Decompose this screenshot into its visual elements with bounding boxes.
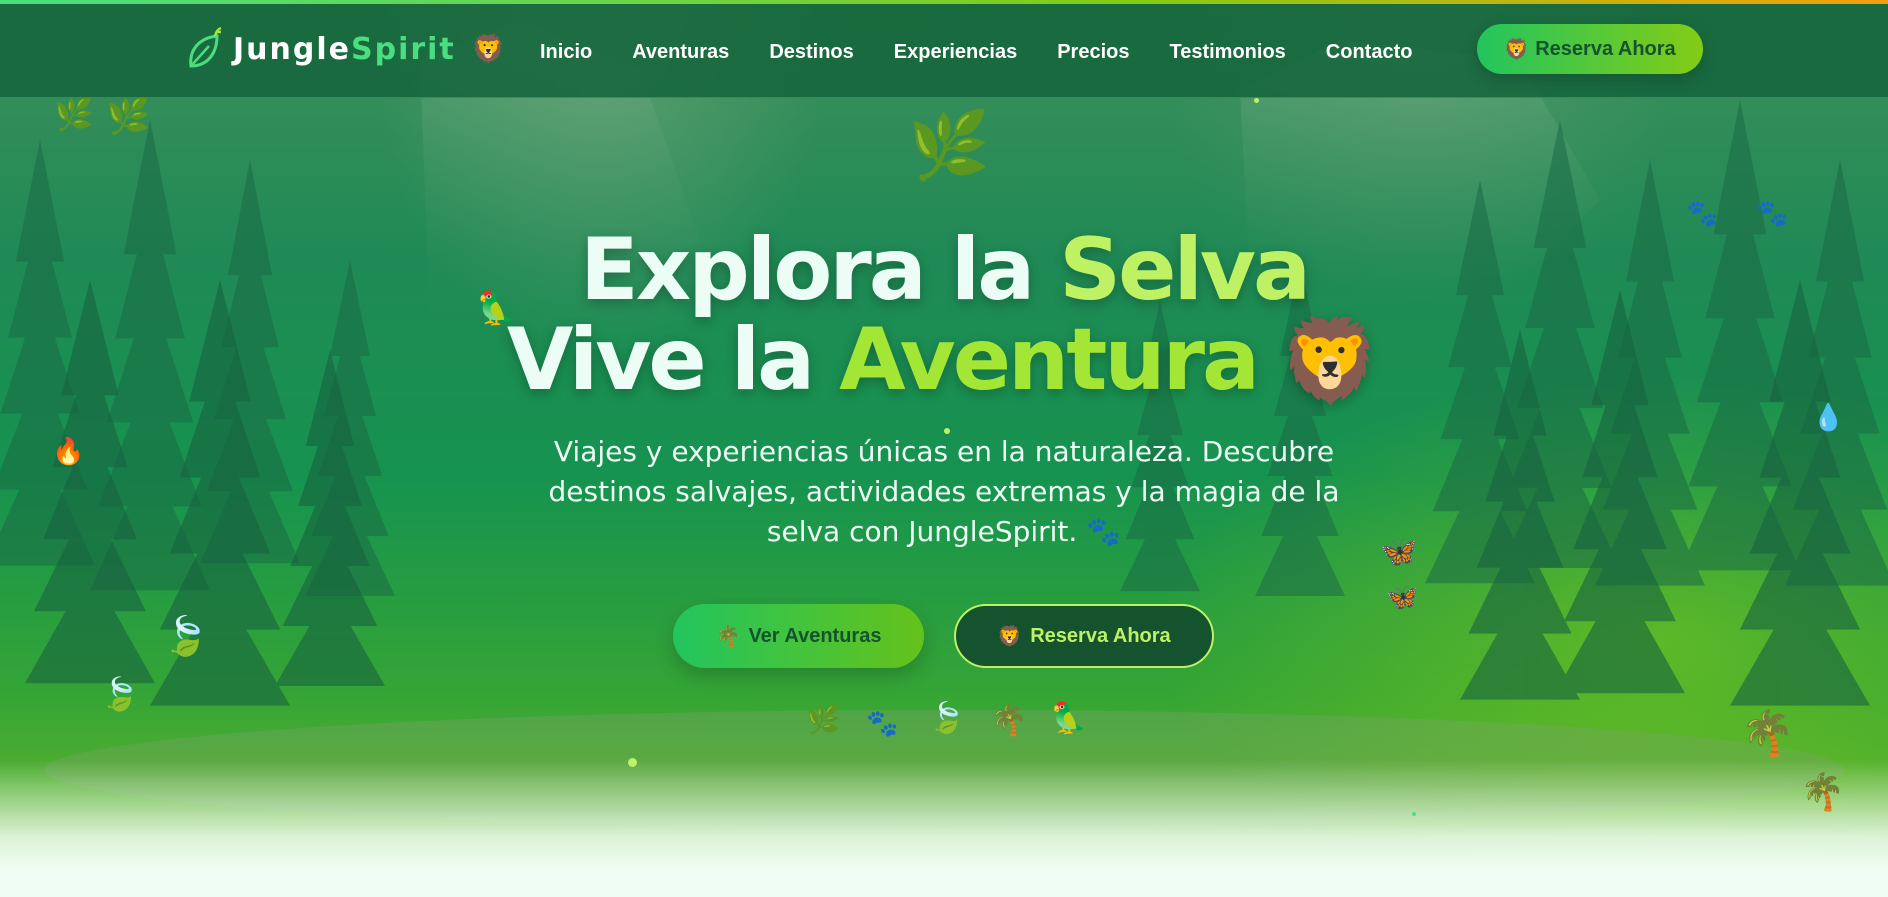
leaf-wind-icon: 🍃	[928, 702, 966, 735]
sparkle-dot	[1254, 98, 1259, 103]
nav-reserve-label: Reserva Ahora	[1535, 37, 1676, 60]
sparkle-dot	[1412, 812, 1416, 816]
headline-line-1: Explora la Selva	[0, 225, 1888, 315]
butterfly-icon: 🦋	[1380, 536, 1418, 569]
navbar: JungleSpirit 🦁 Inicio Aventuras Destinos…	[0, 4, 1888, 98]
parrot-icon: 🦜	[476, 290, 516, 326]
brand-name: JungleSpirit	[233, 32, 456, 67]
headline-line2-prefix: Vive la	[506, 310, 840, 410]
herb-icon: 🌿	[54, 96, 94, 132]
paw-prints-icon: 🐾	[1686, 198, 1719, 228]
lion-icon: 🦁	[997, 625, 1023, 648]
headline-line1-highlight: Selva	[1059, 220, 1311, 320]
top-accent-line	[0, 0, 1888, 4]
palm-tree-icon: 🌴	[715, 625, 741, 648]
hero-headline: Explora la Selva Vive la Aventura 🦁	[0, 225, 1888, 407]
headline-line-2: Vive la Aventura 🦁	[0, 315, 1888, 407]
lion-icon: 🦁	[1279, 314, 1382, 409]
leaf-icon	[189, 26, 222, 68]
hero-bottom-fade	[0, 760, 1888, 870]
herb-icon: 🌿	[908, 108, 991, 182]
palm-tree-icon: 🌴	[1800, 771, 1845, 812]
sparkle-dot	[944, 428, 950, 434]
nav-link-contacto[interactable]: Contacto	[1326, 41, 1413, 64]
hero-subtitle-text: Viajes y experiencias únicas en la natur…	[548, 435, 1340, 548]
brand-name-part2: Spirit	[350, 31, 456, 67]
nav-link-testimonios[interactable]: Testimonios	[1169, 41, 1285, 64]
fire-icon: 🔥	[52, 436, 85, 466]
nav-link-precios[interactable]: Precios	[1057, 41, 1129, 64]
headline-line1-prefix: Explora la	[579, 220, 1060, 320]
nav-reserve-button[interactable]: 🦁 Reserva Ahora	[1477, 24, 1703, 74]
nav-links: Inicio Aventuras Destinos Experiencias P…	[540, 34, 1412, 70]
herb-icon: 🌿	[106, 95, 151, 136]
headline-line2-highlight: Aventura	[839, 310, 1260, 410]
paw-prints-icon: 🐾	[1756, 198, 1789, 228]
hero-reserve-button[interactable]: 🦁 Reserva Ahora	[954, 604, 1214, 668]
brand-name-part1: Jungle	[233, 31, 351, 67]
lion-icon: 🦁	[1504, 38, 1530, 61]
nav-link-inicio[interactable]: Inicio	[540, 41, 592, 64]
palm-tree-icon: 🌴	[1740, 709, 1795, 758]
herb-icon: 🌿	[806, 704, 841, 735]
leaf-wind-icon: 🍃	[162, 616, 210, 658]
see-adventures-button[interactable]: 🌴 Ver Aventuras	[673, 604, 924, 668]
parrot-icon: 🦜	[1050, 702, 1088, 735]
lion-icon: 🦁	[471, 34, 506, 64]
butterfly-icon: 🦋	[1386, 582, 1419, 612]
sparkle-dot	[628, 758, 637, 767]
droplet-icon: 💧	[1812, 402, 1845, 432]
leaf-wind-icon: 🍃	[100, 676, 140, 712]
hero-reserve-label: Reserva Ahora	[1030, 624, 1171, 647]
palm-tree-icon: 🌴	[990, 704, 1028, 737]
nav-link-aventuras[interactable]: Aventuras	[632, 41, 729, 64]
nav-link-experiencias[interactable]: Experiencias	[894, 41, 1017, 64]
nav-link-destinos[interactable]: Destinos	[769, 41, 853, 64]
hero-subtitle: Viajes y experiencias únicas en la natur…	[530, 432, 1358, 552]
paw-prints-icon: 🐾	[866, 708, 899, 738]
paw-prints-icon: 🐾	[1086, 515, 1122, 548]
see-adventures-label: Ver Aventuras	[748, 624, 882, 647]
brand-logo[interactable]: JungleSpirit 🦁	[185, 24, 505, 74]
